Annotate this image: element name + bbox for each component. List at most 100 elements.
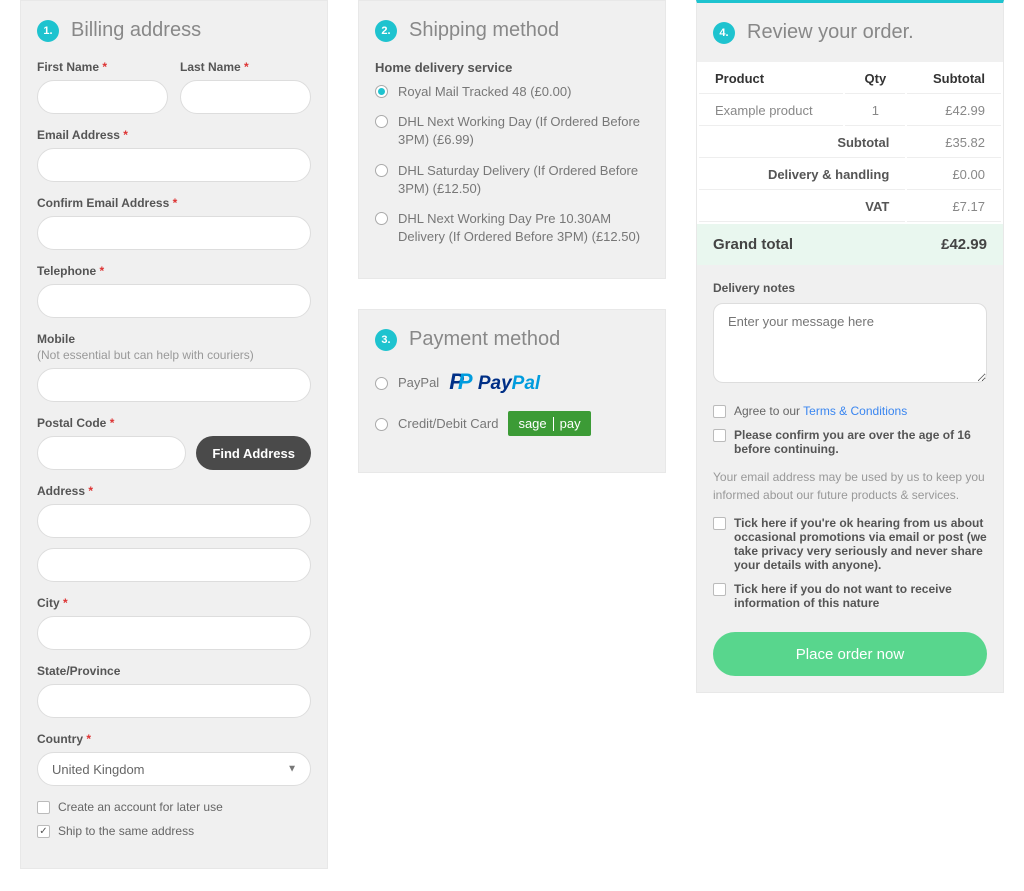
billing-panel: 1. Billing address First Name * Last Nam… xyxy=(20,0,328,869)
payment-option-paypal[interactable]: PayPal PP PayPal xyxy=(375,369,649,395)
table-header-row: Product Qty Subtotal xyxy=(699,64,1001,94)
item-subtotal: £42.99 xyxy=(907,96,1001,126)
review-title: Review your order. xyxy=(747,21,914,44)
email-disclaimer: Your email address may be used by us to … xyxy=(713,468,987,504)
place-order-button[interactable]: Place order now xyxy=(713,632,987,676)
confirm-email-input[interactable] xyxy=(37,216,311,250)
country-label: Country * xyxy=(37,732,311,746)
billing-header: 1. Billing address xyxy=(21,1,327,60)
vat-row: VAT £7.17 xyxy=(699,192,1001,222)
address-line2-input[interactable] xyxy=(37,548,311,582)
card-label: Credit/Debit Card xyxy=(398,416,498,431)
delivery-value: £0.00 xyxy=(907,160,1001,190)
confirm-email-label: Confirm Email Address * xyxy=(37,196,311,210)
payment-panel: 3. Payment method PayPal PP PayPal Credi… xyxy=(358,309,666,473)
last-name-input[interactable] xyxy=(180,80,311,114)
first-name-input[interactable] xyxy=(37,80,168,114)
sagepay-logo-icon: sagepay xyxy=(508,411,590,436)
shipping-option-label: DHL Next Working Day Pre 10.30AM Deliver… xyxy=(398,210,649,246)
shipping-option-label: Royal Mail Tracked 48 (£0.00) xyxy=(398,83,571,101)
postal-label: Postal Code * xyxy=(37,416,311,430)
email-label: Email Address * xyxy=(37,128,311,142)
shipping-title: Shipping method xyxy=(409,19,559,42)
shipping-radio[interactable] xyxy=(375,164,388,177)
col-product: Product xyxy=(699,64,843,94)
agree-terms-row[interactable]: Agree to our Terms & Conditions xyxy=(713,404,987,418)
shipping-option-dhl-saturday[interactable]: DHL Saturday Delivery (If Ordered Before… xyxy=(375,162,649,198)
marketing-optout-label: Tick here if you do not want to receive … xyxy=(734,582,987,610)
ship-same-checkbox[interactable] xyxy=(37,825,50,838)
marketing-optin-row[interactable]: Tick here if you're ok hearing from us a… xyxy=(713,516,987,572)
create-account-label: Create an account for later use xyxy=(58,800,223,814)
delivery-label: Delivery & handling xyxy=(699,160,905,190)
vat-label: VAT xyxy=(699,192,905,222)
state-label: State/Province xyxy=(37,664,311,678)
shipping-option-label: DHL Next Working Day (If Ordered Before … xyxy=(398,113,649,149)
payment-radio[interactable] xyxy=(375,377,388,390)
marketing-optin-checkbox[interactable] xyxy=(713,517,726,530)
find-address-button[interactable]: Find Address xyxy=(196,436,311,470)
create-account-row[interactable]: Create an account for later use xyxy=(37,800,311,814)
col-qty: Qty xyxy=(845,64,905,94)
step-badge-1: 1. xyxy=(37,20,59,42)
payment-option-card[interactable]: Credit/Debit Card sagepay xyxy=(375,411,649,436)
shipping-option-label: DHL Saturday Delivery (If Ordered Before… xyxy=(398,162,649,198)
address-line1-input[interactable] xyxy=(37,504,311,538)
item-name: Example product xyxy=(699,96,843,126)
shipping-group-title: Home delivery service xyxy=(375,60,649,75)
billing-title: Billing address xyxy=(71,19,201,42)
step-badge-3: 3. xyxy=(375,329,397,351)
terms-link[interactable]: Terms & Conditions xyxy=(803,404,907,418)
review-header: 4. Review your order. xyxy=(697,3,1003,62)
mobile-input[interactable] xyxy=(37,368,311,402)
subtotal-row: Subtotal £35.82 xyxy=(699,128,1001,158)
marketing-optout-checkbox[interactable] xyxy=(713,583,726,596)
vat-value: £7.17 xyxy=(907,192,1001,222)
telephone-input[interactable] xyxy=(37,284,311,318)
marketing-optout-row[interactable]: Tick here if you do not want to receive … xyxy=(713,582,987,610)
paypal-label: PayPal xyxy=(398,375,439,390)
review-panel: 4. Review your order. Product Qty Subtot… xyxy=(696,0,1004,693)
step-badge-4: 4. xyxy=(713,22,735,44)
grand-total-label: Grand total xyxy=(713,236,793,253)
shipping-header: 2. Shipping method xyxy=(359,1,665,60)
email-input[interactable] xyxy=(37,148,311,182)
shipping-radio[interactable] xyxy=(375,85,388,98)
agree-terms-checkbox[interactable] xyxy=(713,405,726,418)
age-confirm-checkbox[interactable] xyxy=(713,429,726,442)
payment-header: 3. Payment method xyxy=(359,310,665,369)
state-input[interactable] xyxy=(37,684,311,718)
payment-title: Payment method xyxy=(409,328,560,351)
city-input[interactable] xyxy=(37,616,311,650)
marketing-optin-label: Tick here if you're ok hearing from us a… xyxy=(734,516,987,572)
ship-same-label: Ship to the same address xyxy=(58,824,194,838)
item-qty: 1 xyxy=(845,96,905,126)
grand-total-value: £42.99 xyxy=(941,236,987,253)
shipping-radio[interactable] xyxy=(375,115,388,128)
table-row: Example product 1 £42.99 xyxy=(699,96,1001,126)
telephone-label: Telephone * xyxy=(37,264,311,278)
age-confirm-row[interactable]: Please confirm you are over the age of 1… xyxy=(713,428,987,456)
agree-text: Agree to our xyxy=(734,404,803,418)
first-name-label: First Name * xyxy=(37,60,168,74)
col-subtotal: Subtotal xyxy=(907,64,1001,94)
shipping-radio[interactable] xyxy=(375,212,388,225)
delivery-row: Delivery & handling £0.00 xyxy=(699,160,1001,190)
delivery-notes-label: Delivery notes xyxy=(713,281,987,295)
last-name-label: Last Name * xyxy=(180,60,311,74)
delivery-notes-textarea[interactable] xyxy=(713,303,987,383)
paypal-logo-icon: PP PayPal xyxy=(449,369,540,395)
country-select[interactable] xyxy=(37,752,311,786)
grand-total-row: Grand total £42.99 xyxy=(697,224,1003,265)
subtotal-value: £35.82 xyxy=(907,128,1001,158)
mobile-hint: (Not essential but can help with courier… xyxy=(37,348,311,362)
shipping-option-royal-mail[interactable]: Royal Mail Tracked 48 (£0.00) xyxy=(375,83,649,101)
create-account-checkbox[interactable] xyxy=(37,801,50,814)
postal-input[interactable] xyxy=(37,436,186,470)
address-label: Address * xyxy=(37,484,311,498)
mobile-label: Mobile xyxy=(37,332,311,346)
payment-radio[interactable] xyxy=(375,418,388,431)
ship-same-row[interactable]: Ship to the same address xyxy=(37,824,311,838)
shipping-option-dhl-pre1030[interactable]: DHL Next Working Day Pre 10.30AM Deliver… xyxy=(375,210,649,246)
shipping-option-dhl-nextday[interactable]: DHL Next Working Day (If Ordered Before … xyxy=(375,113,649,149)
